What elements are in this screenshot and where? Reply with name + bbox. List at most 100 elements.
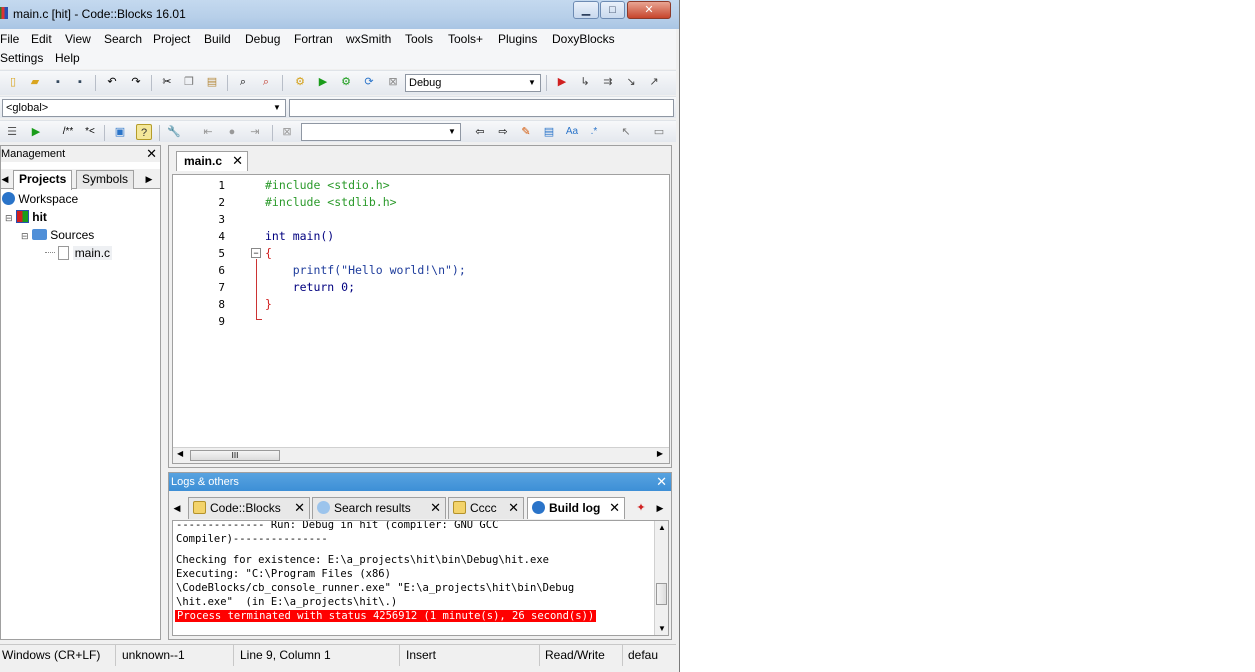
- editor-tab-main-c[interactable]: main.c ✕: [176, 151, 248, 171]
- doxy-run-icon[interactable]: ▶: [28, 124, 44, 140]
- tab-cccc[interactable]: Cccc ✕: [448, 497, 524, 519]
- menu-debug[interactable]: Debug: [245, 32, 280, 46]
- clear-search-icon[interactable]: ⊠: [279, 124, 295, 140]
- scrollbar-thumb[interactable]: [656, 583, 667, 605]
- debug-start-icon[interactable]: ▶: [554, 74, 570, 90]
- next-bookmark-icon[interactable]: ⇥: [247, 124, 263, 140]
- highlight-icon[interactable]: ✎: [518, 124, 534, 140]
- wrench-icon[interactable]: 🔧: [166, 124, 182, 140]
- menu-search[interactable]: Search: [104, 32, 142, 46]
- minimize-button[interactable]: ▁: [573, 1, 599, 19]
- panel-icon[interactable]: ▭: [651, 124, 667, 140]
- replace-icon[interactable]: ⌕: [258, 74, 274, 90]
- rebuild-icon[interactable]: ⟳: [361, 74, 377, 90]
- menu-edit[interactable]: Edit: [31, 32, 52, 46]
- pointer-icon[interactable]: ↖: [618, 124, 634, 140]
- management-panel: Management ✕ ◀ Projects Symbols ▶ Worksp…: [0, 145, 161, 640]
- close-icon[interactable]: ✕: [294, 498, 305, 518]
- build-target-select[interactable]: Debug ▼: [405, 74, 541, 92]
- help-icon[interactable]: ?: [136, 124, 152, 140]
- function-select[interactable]: [289, 99, 674, 117]
- vertical-scrollbar[interactable]: ▲ ▼: [654, 521, 668, 635]
- prev-bookmark-icon[interactable]: ⇤: [200, 124, 216, 140]
- tab-scroll-right-icon[interactable]: ▶: [144, 171, 154, 187]
- copy-icon[interactable]: ❐: [181, 74, 197, 90]
- close-icon[interactable]: ✕: [508, 498, 519, 518]
- scope-select[interactable]: <global> ▼: [2, 99, 286, 117]
- scroll-down-icon[interactable]: ▼: [658, 624, 666, 633]
- menu-help[interactable]: Help: [55, 51, 80, 65]
- incremental-search-input[interactable]: ▼: [301, 123, 461, 141]
- menu-view[interactable]: View: [65, 32, 91, 46]
- scrollbar-thumb[interactable]: III: [190, 450, 280, 461]
- tab-scroll-right-icon[interactable]: ▶: [655, 500, 665, 516]
- build-gear-icon[interactable]: ⚙: [292, 74, 308, 90]
- code-editor[interactable]: 1 2 3 4 5 6 7 8 9 − #include <stdio.h> #…: [172, 174, 670, 464]
- codeblocks-logo-icon: [0, 7, 8, 19]
- tab-symbols[interactable]: Symbols: [76, 170, 135, 189]
- tree-project-hit[interactable]: ⊟ hit: [5, 210, 47, 224]
- tab-scroll-left-icon[interactable]: ◀: [1, 171, 9, 187]
- build-and-run-icon[interactable]: ⚙: [338, 74, 354, 90]
- block-comment-icon[interactable]: /**: [58, 124, 78, 140]
- scroll-left-icon[interactable]: ◀: [177, 449, 183, 458]
- selected-text-only-icon[interactable]: ▤: [541, 124, 557, 140]
- undo-icon[interactable]: ↶: [104, 74, 120, 90]
- horizontal-scrollbar[interactable]: ◀ III ▶: [173, 447, 669, 463]
- scroll-up-icon[interactable]: ▲: [658, 523, 666, 532]
- menu-plugins[interactable]: Plugins: [498, 32, 537, 46]
- management-title: Management: [1, 146, 160, 162]
- menu-tools-plus[interactable]: Tools+: [448, 32, 483, 46]
- next-line-icon[interactable]: ⇉: [600, 74, 616, 90]
- doxy-extract-icon[interactable]: ☰: [4, 124, 20, 140]
- tree-workspace[interactable]: Workspace: [2, 192, 78, 206]
- close-icon[interactable]: ✕: [146, 146, 157, 162]
- menu-doxyblocks[interactable]: DoxyBlocks: [552, 32, 615, 46]
- abort-icon[interactable]: ⊠: [385, 74, 401, 90]
- menu-project[interactable]: Project: [153, 32, 190, 46]
- match-case-icon[interactable]: Aa: [563, 124, 581, 140]
- cut-icon[interactable]: ✂: [159, 74, 175, 90]
- new-file-icon[interactable]: ▯: [5, 74, 21, 90]
- tree-folder-sources[interactable]: ⊟ Sources: [21, 228, 94, 242]
- redo-icon[interactable]: ↷: [128, 74, 144, 90]
- toggle-bookmark-icon[interactable]: ●: [224, 124, 240, 140]
- menu-wxsmith[interactable]: wxSmith: [346, 32, 391, 46]
- tab-scroll-left-icon[interactable]: ◀: [173, 500, 181, 516]
- close-icon[interactable]: ✕: [430, 498, 441, 518]
- debugger-icon[interactable]: ✦: [633, 500, 649, 516]
- menu-file[interactable]: File: [0, 32, 19, 46]
- close-icon[interactable]: ✕: [609, 498, 620, 518]
- open-folder-icon[interactable]: ▰: [27, 74, 43, 90]
- tree-file-main-c[interactable]: main.c: [45, 246, 113, 260]
- maximize-button[interactable]: □: [600, 1, 625, 19]
- close-icon[interactable]: ✕: [232, 152, 243, 170]
- close-button[interactable]: ✕: [627, 1, 671, 19]
- tab-search-results[interactable]: Search results ✕: [312, 497, 446, 519]
- tab-build-log[interactable]: Build log ✕: [527, 497, 625, 519]
- html-doc-icon[interactable]: ▣: [112, 124, 128, 140]
- menu-tools[interactable]: Tools: [405, 32, 433, 46]
- build-log-output[interactable]: -------------- Run: Debug in hit (compil…: [172, 520, 669, 636]
- close-icon[interactable]: ✕: [656, 473, 667, 491]
- search-next-icon[interactable]: ⇨: [495, 124, 511, 140]
- menu-settings[interactable]: Settings: [0, 51, 43, 65]
- line-comment-icon[interactable]: *<: [81, 124, 99, 140]
- search-prev-icon[interactable]: ⇦: [472, 124, 488, 140]
- menu-build[interactable]: Build: [204, 32, 231, 46]
- tab-codeblocks-log[interactable]: Code::Blocks ✕: [188, 497, 310, 519]
- run-icon[interactable]: ▶: [315, 74, 331, 90]
- step-into-icon[interactable]: ↘: [623, 74, 639, 90]
- fold-toggle-icon[interactable]: −: [251, 248, 261, 258]
- menu-fortran[interactable]: Fortran: [294, 32, 333, 46]
- scroll-right-icon[interactable]: ▶: [657, 449, 663, 458]
- code-line-8: }: [265, 297, 272, 311]
- save-icon[interactable]: ▪: [50, 74, 66, 90]
- tab-projects[interactable]: Projects: [13, 170, 73, 190]
- step-out-icon[interactable]: ↗: [646, 74, 662, 90]
- paste-icon[interactable]: ▤: [204, 74, 220, 90]
- save-all-icon[interactable]: ▪: [72, 74, 88, 90]
- regex-icon[interactable]: .*: [586, 124, 602, 140]
- find-icon[interactable]: ⌕: [235, 74, 251, 90]
- run-to-cursor-icon[interactable]: ↳: [577, 74, 593, 90]
